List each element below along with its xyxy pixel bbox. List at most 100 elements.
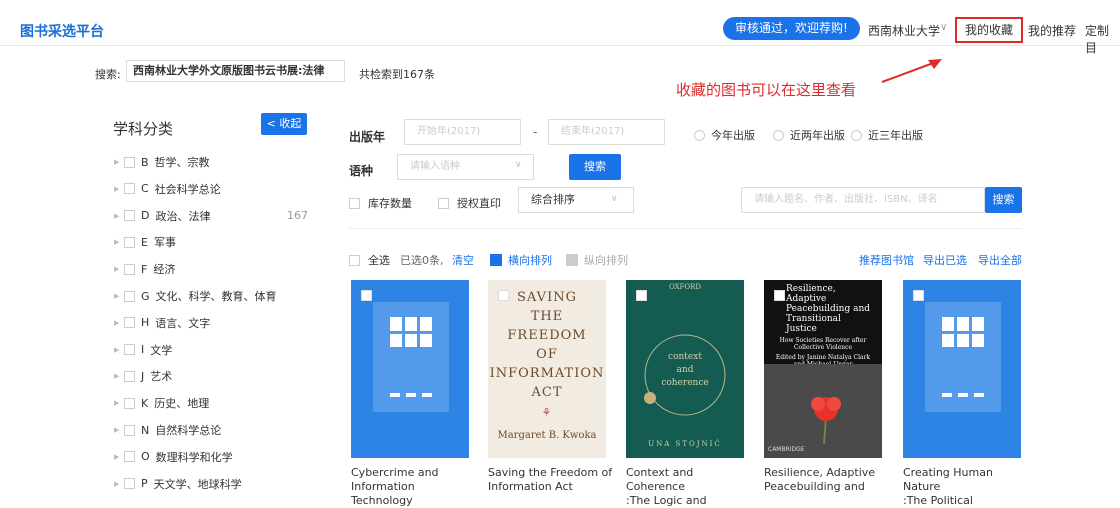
announcement-badge[interactable]: 审核通过，欢迎荐购! [723, 17, 860, 40]
expand-triangle-icon[interactable]: ▶ [114, 212, 124, 220]
search-label: 搜索: [95, 68, 121, 81]
nav-my-favorites[interactable]: 我的收藏 [955, 17, 1023, 43]
university-select[interactable]: 西南林业大学 [868, 22, 940, 39]
vertical-layout-toggle[interactable]: 纵向排列 [566, 252, 628, 268]
category-checkbox[interactable] [124, 183, 135, 195]
expand-triangle-icon[interactable]: ▶ [114, 319, 124, 327]
horizontal-layout-toggle[interactable]: 横向排列 [490, 252, 552, 268]
category-checkbox[interactable] [124, 478, 135, 490]
expand-triangle-icon[interactable]: ▶ [114, 265, 124, 273]
category-item[interactable]: ▶ P 天文学、地球科学 [114, 475, 242, 493]
nav-custom-catalog[interactable]: 定制目 [1085, 22, 1120, 56]
book-title-1[interactable]: Cybercrime and Information Technology [351, 466, 476, 508]
category-item[interactable]: ▶ E 军事 [114, 233, 176, 251]
selected-count: 已选0条, [400, 254, 444, 267]
book-title-5[interactable]: Creating Human Nature:The Political [903, 466, 1028, 508]
category-item[interactable]: ▶ G 文化、科学、教育、体育 [114, 287, 277, 305]
keyword-search-button[interactable]: 搜索 [985, 187, 1022, 213]
category-checkbox[interactable] [124, 451, 135, 463]
expand-triangle-icon[interactable]: ▶ [114, 372, 124, 380]
stock-checkbox[interactable]: 库存数量 [349, 195, 412, 211]
category-item[interactable]: ▶ I 文学 [114, 341, 172, 359]
expand-triangle-icon[interactable]: ▶ [114, 158, 124, 166]
chevron-down-icon[interactable]: ∨ [940, 22, 947, 33]
category-code: P [141, 477, 148, 491]
category-item[interactable]: ▶ N 自然科学总论 [114, 421, 221, 439]
chevron-down-icon: ∨ [611, 194, 618, 204]
expand-triangle-icon[interactable]: ▶ [114, 426, 124, 434]
category-item[interactable]: ▶ B 哲学、宗教 [114, 153, 210, 171]
category-item[interactable]: ▶ F 经济 [114, 260, 175, 278]
auth-print-checkbox[interactable]: 授权直印 [438, 195, 501, 211]
category-checkbox[interactable] [124, 424, 135, 436]
book-cover-5[interactable] [903, 280, 1021, 458]
book-title-2[interactable]: Saving the Freedom of Information Act [488, 466, 613, 494]
book-cover-2[interactable]: SAVING THE FREEDOM OF INFORMATION ACT ⚘ … [488, 280, 606, 458]
category-item[interactable]: ▶ K 历史、地理 [114, 394, 209, 412]
clear-link[interactable]: 清空 [452, 252, 474, 268]
nav-my-recommendations[interactable]: 我的推荐 [1028, 22, 1076, 39]
book-checkbox[interactable] [361, 290, 372, 301]
category-checkbox[interactable] [124, 236, 135, 248]
cover-flower-graphic [764, 364, 882, 458]
language-select[interactable]: 请输入语种 [397, 154, 534, 180]
category-item[interactable]: ▶ C 社会科学总论 [114, 180, 221, 198]
list-icon [566, 254, 578, 266]
category-item[interactable]: ▶ O 数理科学和化学 [114, 448, 233, 466]
expand-triangle-icon[interactable]: ▶ [114, 399, 124, 407]
category-label: 哲学、宗教 [154, 156, 210, 169]
book-cover-4[interactable]: Resilience, Adaptive Peacebuilding and T… [764, 280, 882, 458]
recommend-library-link[interactable]: 推荐图书馆 [859, 252, 914, 268]
year-start-input[interactable]: 开始年(2017) [404, 119, 521, 145]
export-all-link[interactable]: 导出全部 [978, 252, 1022, 268]
expand-triangle-icon[interactable]: ▶ [114, 480, 124, 488]
book-checkbox[interactable] [913, 290, 924, 301]
year-end-input[interactable]: 结束年(2017) [548, 119, 665, 145]
platform-logo[interactable]: 图书采选平台 [20, 21, 104, 41]
expand-triangle-icon[interactable]: ▶ [114, 292, 124, 300]
category-checkbox[interactable] [124, 290, 135, 302]
category-label: 社会科学总论 [154, 182, 221, 196]
category-item[interactable]: ▶ J 艺术 [114, 367, 172, 385]
radio-this-year[interactable]: 今年出版 [694, 127, 755, 143]
category-item[interactable]: ▶ H 语言、文字 [114, 314, 210, 332]
category-code: N [141, 423, 150, 437]
expand-triangle-icon[interactable]: ▶ [114, 346, 124, 354]
book-checkbox[interactable] [636, 290, 647, 301]
language-search-button[interactable]: 搜索 [569, 154, 621, 180]
select-all-checkbox[interactable]: 全选 [349, 252, 390, 268]
category-label: 艺术 [150, 370, 173, 384]
category-label: 文学 [150, 343, 173, 357]
expand-triangle-icon[interactable]: ▶ [114, 185, 124, 193]
category-checkbox[interactable] [124, 344, 135, 356]
category-item[interactable]: ▶ D 政治、法律 [114, 207, 210, 225]
year-label: 出版年 [349, 130, 386, 144]
book-title-4[interactable]: Resilience, Adaptive Peacebuilding and [764, 466, 889, 494]
book-cover-1[interactable] [351, 280, 469, 458]
book-cover-3[interactable]: OXFORD context and coherence UNA STOJNIĆ [626, 280, 744, 458]
category-checkbox[interactable] [124, 263, 135, 275]
category-checkbox[interactable] [124, 397, 135, 409]
category-code: E [141, 235, 148, 249]
export-selected-link[interactable]: 导出已选 [923, 252, 967, 268]
chevron-down-icon: ∨ [515, 160, 522, 170]
category-checkbox[interactable] [124, 317, 135, 329]
book-checkbox[interactable] [498, 290, 509, 301]
expand-triangle-icon[interactable]: ▶ [114, 238, 124, 246]
grid-icon [490, 254, 502, 266]
radio-two-years[interactable]: 近两年出版 [773, 127, 845, 143]
collapse-button[interactable]: < 收起 [261, 113, 307, 135]
category-checkbox[interactable] [124, 370, 135, 382]
search-query-field[interactable]: 西南林业大学外文原版图书云书展:法律 [126, 60, 345, 82]
book-checkbox[interactable] [774, 290, 785, 301]
category-code: G [141, 289, 150, 303]
category-checkbox[interactable] [124, 210, 135, 222]
category-code: C [141, 182, 149, 196]
expand-triangle-icon[interactable]: ▶ [114, 453, 124, 461]
category-checkbox[interactable] [124, 156, 135, 168]
keyword-search-input[interactable]: 请输入题名、作者、出版社、ISBN、译名 [741, 187, 985, 213]
category-label: 文化、科学、教育、体育 [155, 290, 277, 303]
radio-three-years[interactable]: 近三年出版 [851, 127, 923, 143]
language-label: 语种 [349, 164, 374, 178]
book-title-3[interactable]: Context and Coherence:The Logic and [626, 466, 751, 508]
